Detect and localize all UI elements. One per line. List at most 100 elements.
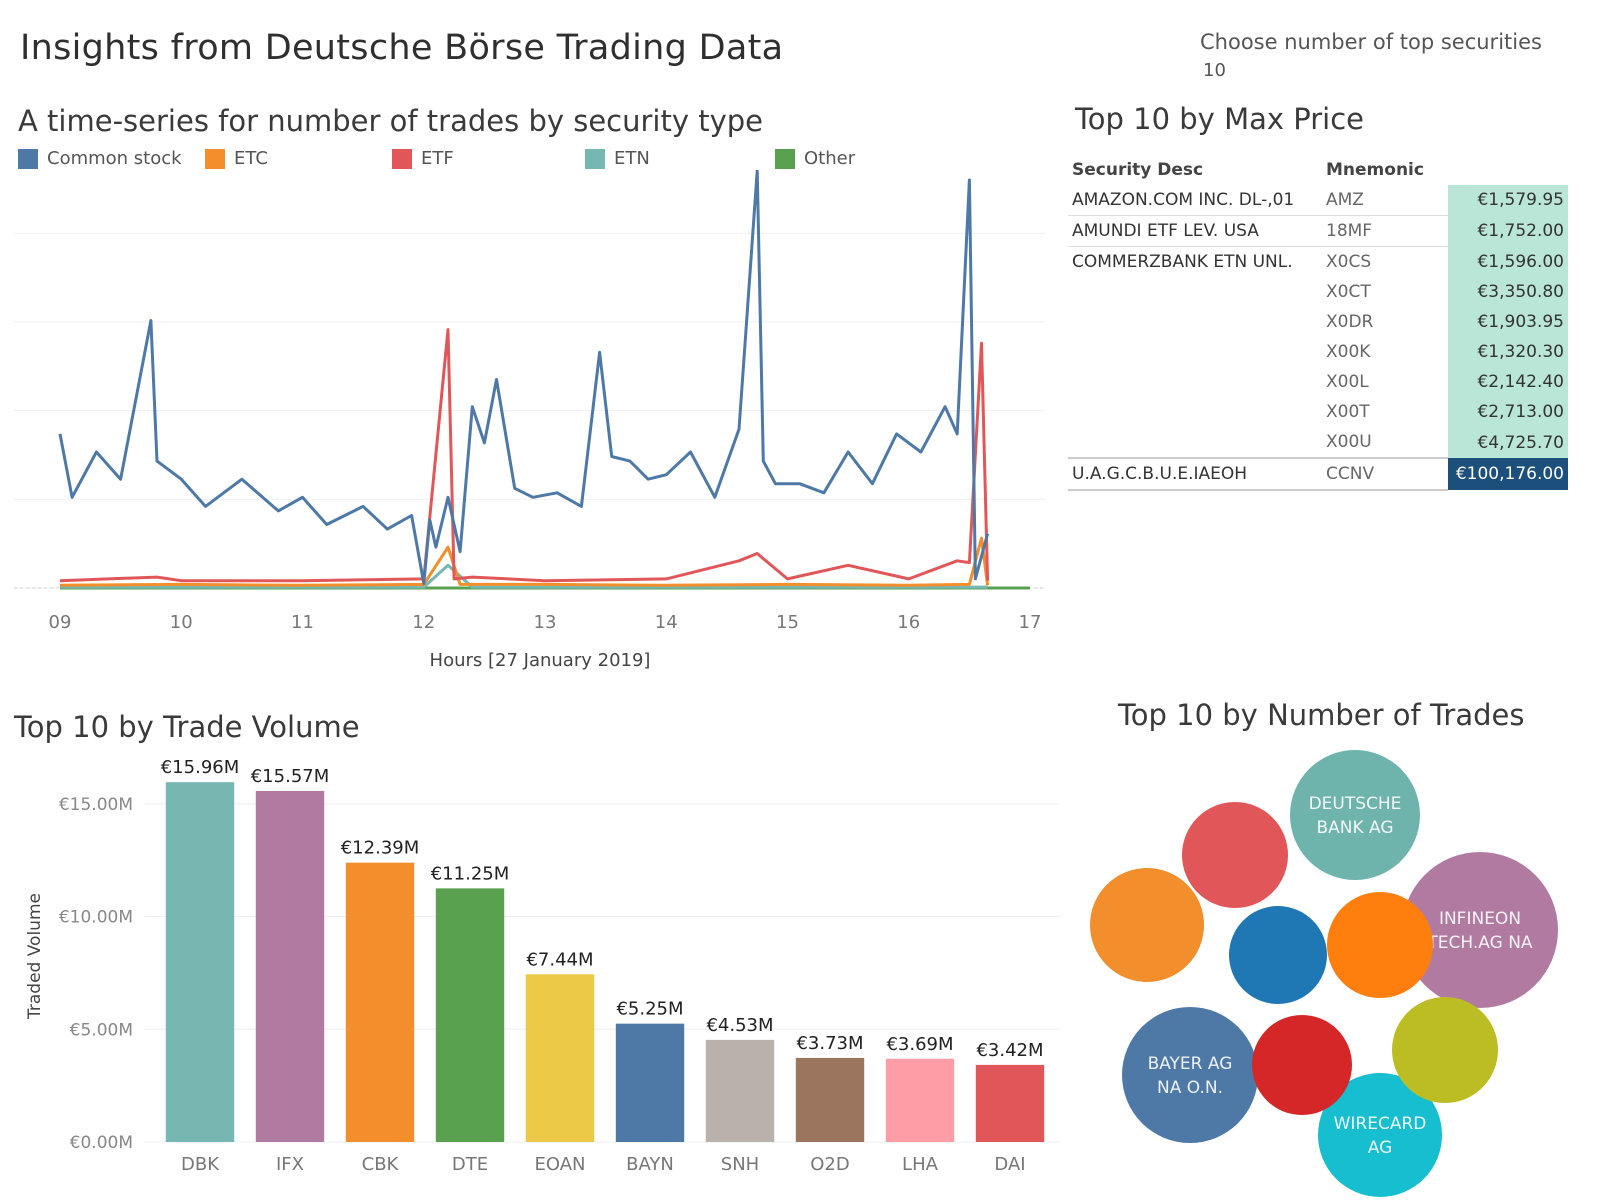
security-desc-cell: U.A.G.C.B.U.E.IAEOH bbox=[1068, 457, 1322, 491]
bubble-circle bbox=[1229, 906, 1327, 1004]
legend-item-etn[interactable]: ETN bbox=[585, 148, 650, 169]
bar-cbk[interactable] bbox=[345, 862, 415, 1142]
bar-ifx[interactable] bbox=[255, 790, 325, 1142]
max-price-title: Top 10 by Max Price bbox=[1075, 102, 1364, 136]
bar-value-label: €12.39M bbox=[341, 838, 420, 859]
bar-value-label: €15.96M bbox=[161, 757, 240, 778]
table-row[interactable]: X0DR €1,903.95 bbox=[1068, 307, 1568, 337]
bar-dbk[interactable] bbox=[165, 782, 235, 1142]
y-tick-label: €0.00M bbox=[70, 1133, 133, 1153]
legend-swatch bbox=[205, 148, 225, 169]
security-desc-cell bbox=[1068, 337, 1322, 367]
table-row[interactable]: AMAZON.COM INC. DL-,01 AMZ €1,579.95 bbox=[1068, 185, 1568, 216]
mnemonic-cell: X00U bbox=[1326, 432, 1372, 452]
bar-dte[interactable] bbox=[435, 888, 505, 1142]
legend-swatch bbox=[775, 148, 795, 169]
bubble[interactable] bbox=[1392, 997, 1498, 1103]
bubble-circle bbox=[1182, 802, 1288, 908]
number-of-trades-chart: DEUTSCHE BANK AGINFINEON TECH.AG NABAYER A… bbox=[1090, 750, 1558, 1197]
bar-o2d[interactable] bbox=[795, 1057, 865, 1142]
bubble-circle bbox=[1392, 997, 1498, 1103]
mnemonic-cell: X00L bbox=[1326, 372, 1369, 392]
bar-lha[interactable] bbox=[885, 1058, 955, 1142]
y-tick-label: €10.00M bbox=[59, 908, 133, 928]
mnemonic-cell: X0CT bbox=[1326, 282, 1371, 302]
x-tick-label: EOAN bbox=[534, 1154, 585, 1175]
bar-value-label: €3.69M bbox=[886, 1034, 953, 1055]
max-price-cell: €1,596.00 bbox=[1448, 246, 1568, 277]
legend-swatch bbox=[585, 148, 605, 169]
bar-snh[interactable] bbox=[705, 1039, 775, 1142]
security-desc-cell bbox=[1068, 367, 1322, 397]
bubble[interactable] bbox=[1090, 868, 1204, 982]
legend-label: ETN bbox=[614, 148, 650, 169]
bar-value-label: €7.44M bbox=[526, 949, 593, 970]
table-row[interactable]: X00K €1,320.30 bbox=[1068, 337, 1568, 367]
max-price-cell: €3,350.80 bbox=[1448, 277, 1568, 307]
security-desc-cell bbox=[1068, 397, 1322, 427]
bubble[interactable]: DEUTSCHE BANK AG bbox=[1290, 750, 1420, 880]
table-row[interactable]: X0CT €3,350.80 bbox=[1068, 277, 1568, 307]
table-row[interactable]: AMUNDI ETF LEV. USA 18MF €1,752.00 bbox=[1068, 215, 1568, 247]
column-header-mnemonic: Mnemonic bbox=[1326, 160, 1424, 180]
x-tick-label: BAYN bbox=[626, 1154, 674, 1175]
security-desc-cell: COMMERZBANK ETN UNL. bbox=[1072, 252, 1293, 272]
bar-bayn[interactable] bbox=[615, 1023, 685, 1142]
mnemonic-cell: X00K bbox=[1326, 342, 1371, 362]
legend-label: ETC bbox=[234, 148, 268, 169]
legend-item-etf[interactable]: ETF bbox=[392, 148, 454, 169]
max-price-cell: €2,142.40 bbox=[1448, 367, 1568, 397]
top-securities-parameter-label: Choose number of top securities bbox=[1200, 30, 1542, 54]
bubble-circle bbox=[1290, 750, 1420, 880]
number-of-trades-title: Top 10 by Number of Trades bbox=[1118, 698, 1525, 732]
series-line-etf[interactable] bbox=[59, 328, 990, 583]
x-tick-label: 13 bbox=[534, 612, 557, 633]
legend-swatch bbox=[18, 148, 38, 169]
bubble[interactable]: BAYER AG NA O.N. bbox=[1122, 1007, 1258, 1143]
dashboard-title: Insights from Deutsche Börse Trading Dat… bbox=[20, 28, 784, 68]
max-price-table: Security Desc Mnemonic AMAZON.COM INC. D… bbox=[1068, 155, 1568, 491]
bubble[interactable] bbox=[1182, 802, 1288, 908]
x-tick-label: CBK bbox=[362, 1154, 400, 1175]
max-price-cell: €4,725.70 bbox=[1448, 427, 1568, 458]
x-tick-label: DBK bbox=[181, 1154, 220, 1175]
security-desc-cell: AMUNDI ETF LEV. USA bbox=[1068, 215, 1322, 247]
x-tick-label: O2D bbox=[810, 1154, 849, 1175]
table-row[interactable]: COMMERZBANK ETN UNL. X0CS €1,596.00 bbox=[1068, 246, 1568, 277]
legend-label: ETF bbox=[421, 148, 454, 169]
bar-value-label: €3.42M bbox=[976, 1040, 1043, 1061]
legend-item-common-stock[interactable]: Common stock bbox=[18, 148, 182, 169]
x-axis-title: Hours [27 January 2019] bbox=[430, 650, 651, 671]
mnemonic-cell: 18MF bbox=[1322, 215, 1448, 247]
x-tick-label: 09 bbox=[49, 612, 72, 633]
mnemonic-cell: X00T bbox=[1326, 402, 1370, 422]
table-row[interactable]: X00T €2,713.00 bbox=[1068, 397, 1568, 427]
mnemonic-cell: AMZ bbox=[1322, 185, 1448, 216]
legend-item-etc[interactable]: ETC bbox=[205, 148, 268, 169]
bar-value-label: €11.25M bbox=[431, 863, 510, 884]
x-tick-label: 12 bbox=[412, 612, 435, 633]
bubble[interactable] bbox=[1229, 906, 1327, 1004]
legend-swatch bbox=[392, 148, 412, 169]
x-tick-label: 11 bbox=[291, 612, 314, 633]
timeseries-title: A time-series for number of trades by se… bbox=[18, 104, 764, 138]
max-price-cell: €1,903.95 bbox=[1448, 307, 1568, 337]
y-axis-title: Traded Volume bbox=[25, 893, 45, 1020]
security-desc-cell bbox=[1068, 307, 1322, 337]
security-desc-cell bbox=[1068, 427, 1322, 458]
bubble[interactable] bbox=[1327, 892, 1433, 998]
table-row[interactable]: X00U €4,725.70 bbox=[1068, 427, 1568, 458]
max-price-cell: €2,713.00 bbox=[1448, 397, 1568, 427]
legend-item-other[interactable]: Other bbox=[775, 148, 855, 169]
max-price-cell: €1,320.30 bbox=[1448, 337, 1568, 367]
table-row[interactable]: U.A.G.C.B.U.E.IAEOH CCNV €100,176.00 bbox=[1068, 457, 1568, 491]
x-tick-label: 17 bbox=[1019, 612, 1042, 633]
table-row[interactable]: X00L €2,142.40 bbox=[1068, 367, 1568, 397]
security-desc-cell: AMAZON.COM INC. DL-,01 bbox=[1068, 185, 1322, 216]
mnemonic-cell: CCNV bbox=[1322, 457, 1448, 491]
bubble[interactable] bbox=[1252, 1015, 1352, 1115]
bar-dai[interactable] bbox=[975, 1064, 1045, 1142]
mnemonic-cell: X0DR bbox=[1326, 312, 1374, 332]
top-securities-parameter-value[interactable]: 10 bbox=[1203, 60, 1226, 81]
bar-eoan[interactable] bbox=[525, 974, 595, 1142]
